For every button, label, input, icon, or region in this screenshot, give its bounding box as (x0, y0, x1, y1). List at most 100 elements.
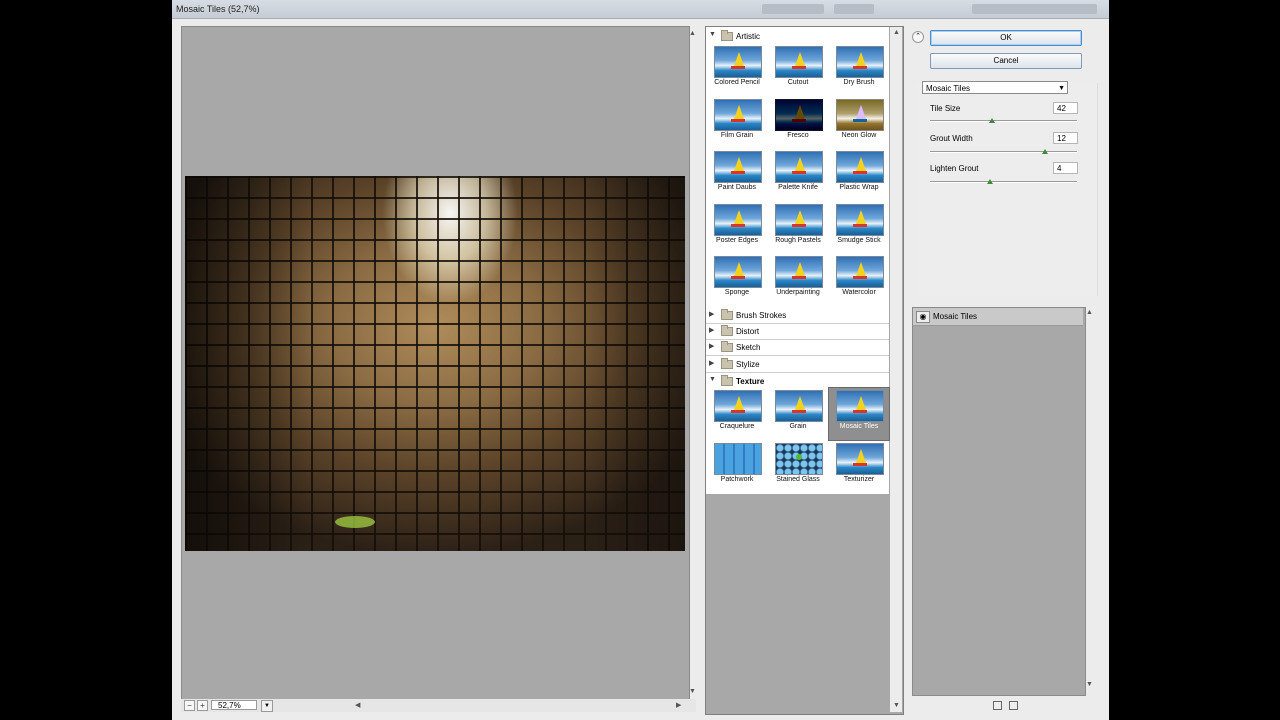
filter-preview-image (714, 256, 762, 288)
scroll-up-icon[interactable]: ▲ (689, 30, 696, 37)
expanded-triangle-icon[interactable]: ▼ (709, 31, 716, 38)
zoom-out-button[interactable]: − (184, 700, 195, 711)
tile-size-slider-thumb[interactable] (988, 118, 995, 123)
folder-icon (721, 30, 733, 41)
filter-thumb-smudge-stick[interactable]: Smudge Stick (829, 202, 889, 254)
filter-thumb-neon-glow[interactable]: Neon Glow (829, 97, 889, 149)
filter-select[interactable]: Mosaic Tiles ▼ (922, 81, 1068, 94)
cancel-button[interactable]: Cancel (930, 53, 1082, 69)
scroll-up-icon[interactable]: ▲ (893, 29, 900, 36)
folder-icon (721, 309, 733, 320)
filter-thumb-label: Underpainting (776, 289, 820, 296)
filter-preview-image (775, 390, 823, 422)
grout-width-field[interactable]: 12 (1053, 132, 1078, 144)
category-label: Stylize (736, 360, 760, 369)
filter-preview-image (836, 98, 884, 131)
scroll-down-icon[interactable]: ▼ (893, 702, 900, 709)
category-label: Distort (736, 327, 760, 336)
trash-icon[interactable] (1009, 701, 1018, 710)
filter-thumb-label: Mosaic Tiles (839, 423, 879, 430)
lighten-grout-label: Lighten Grout (930, 164, 979, 173)
effect-layer-label: Mosaic Tiles (933, 312, 978, 321)
filter-thumb-film-grain[interactable]: Film Grain (707, 97, 767, 149)
scroll-up-icon[interactable]: ▲ (1086, 309, 1093, 316)
filter-thumb-label: Plastic Wrap (839, 184, 879, 191)
category-texture[interactable]: ▼ Texture (706, 374, 889, 389)
filter-preview-image (836, 46, 884, 78)
filter-thumb-colored-pencil[interactable]: Colored Pencil (707, 44, 767, 96)
layers-scrollbar[interactable]: ▲ ▼ (1085, 307, 1095, 692)
category-sketch[interactable]: ▶ Sketch (706, 340, 889, 356)
filter-thumb-patchwork[interactable]: Patchwork (707, 441, 767, 493)
filter-preview-image (836, 151, 884, 183)
zoom-dropdown-icon[interactable]: ▼ (261, 700, 273, 712)
filter-thumb-palette-knife[interactable]: Palette Knife (768, 149, 828, 201)
filter-thumb-texturizer[interactable]: Texturizer (829, 441, 889, 493)
collapsed-triangle-icon[interactable]: ▶ (709, 326, 714, 334)
collapse-gallery-icon[interactable]: ⌃ (912, 31, 924, 43)
filter-preview-image (714, 390, 762, 422)
filter-thumb-craquelure[interactable]: Craquelure (707, 388, 767, 440)
filter-thumb-paint-daubs[interactable]: Paint Daubs (707, 149, 767, 201)
scroll-right-icon[interactable]: ▶ (676, 701, 681, 709)
filter-thumb-plastic-wrap[interactable]: Plastic Wrap (829, 149, 889, 201)
category-artistic[interactable]: ▼ Artistic (706, 29, 889, 44)
filter-thumb-rough-pastels[interactable]: Rough Pastels (768, 202, 828, 254)
zoom-in-button[interactable]: + (197, 700, 208, 711)
title-bar: Mosaic Tiles (52,7%) (172, 0, 1109, 19)
category-brush-strokes[interactable]: ▶ Brush Strokes (706, 308, 889, 324)
filter-gallery: ▼ Artistic Colored Pencil Cutout Dry Brush… (705, 26, 904, 715)
grout-width-slider-thumb[interactable] (1041, 149, 1048, 154)
preview-image[interactable] (185, 176, 685, 551)
lighten-grout-slider[interactable] (930, 181, 1077, 183)
filter-thumb-cutout[interactable]: Cutout (768, 44, 828, 96)
grout-width-label: Grout Width (930, 134, 973, 143)
filter-thumb-fresco[interactable]: Fresco (768, 97, 828, 149)
gallery-scrollbar[interactable]: ▲ ▼ (890, 27, 902, 712)
tile-size-label: Tile Size (930, 104, 961, 113)
filter-thumb-mosaic-tiles[interactable]: Mosaic Tiles (828, 387, 890, 441)
chevron-down-icon[interactable]: ▼ (1058, 82, 1065, 95)
filter-thumb-dry-brush[interactable]: Dry Brush (829, 44, 889, 96)
filter-thumb-underpainting[interactable]: Underpainting (768, 254, 828, 306)
filter-thumb-watercolor[interactable]: Watercolor (829, 254, 889, 306)
preview-scrollbar[interactable]: ▲ ▼ (688, 30, 696, 698)
filter-thumb-stained-glass[interactable]: Stained Glass (768, 441, 828, 493)
filter-thumb-sponge[interactable]: Sponge (707, 254, 767, 306)
grout-width-slider[interactable] (930, 151, 1077, 153)
filter-preview-image (775, 46, 823, 78)
lighten-grout-slider-thumb[interactable] (987, 179, 994, 184)
filter-settings-panel (917, 83, 1098, 296)
expanded-triangle-icon[interactable]: ▼ (709, 376, 716, 383)
ok-button[interactable]: OK (930, 30, 1082, 46)
effect-layer-row[interactable]: ◉ Mosaic Tiles (913, 308, 1083, 326)
category-stylize[interactable]: ▶ Stylize (706, 357, 889, 373)
filter-preview-image (836, 203, 884, 236)
zoom-field[interactable]: 52,7% (211, 700, 257, 710)
lighten-grout-field[interactable]: 4 (1053, 162, 1078, 174)
effect-layers-panel: ◉ Mosaic Tiles (912, 307, 1086, 696)
filter-thumb-poster-edges[interactable]: Poster Edges (707, 202, 767, 254)
eye-icon[interactable]: ◉ (916, 311, 930, 323)
scroll-down-icon[interactable]: ▼ (689, 688, 696, 695)
collapsed-triangle-icon[interactable]: ▶ (709, 359, 714, 367)
filter-thumb-label: Cutout (787, 79, 809, 86)
titlebar-blurred-region (762, 4, 824, 14)
tile-size-slider[interactable] (930, 120, 1077, 122)
collapsed-triangle-icon[interactable]: ▶ (709, 342, 714, 350)
category-label: Texture (736, 377, 765, 386)
preview-area[interactable] (181, 26, 690, 700)
collapsed-triangle-icon[interactable]: ▶ (709, 310, 714, 318)
filter-thumb-label: Craquelure (719, 423, 755, 430)
scroll-left-icon[interactable]: ◀ (355, 701, 360, 709)
tile-size-field[interactable]: 42 (1053, 102, 1078, 114)
scroll-down-icon[interactable]: ▼ (1086, 681, 1093, 688)
folder-icon (721, 375, 733, 386)
filter-preview-image (714, 98, 762, 131)
category-distort[interactable]: ▶ Distort (706, 324, 889, 340)
filter-preview-image (836, 256, 884, 288)
filter-preview-image (775, 203, 823, 236)
filter-thumb-label: Patchwork (720, 476, 754, 483)
new-effect-layer-icon[interactable] (993, 701, 1002, 710)
filter-thumb-grain[interactable]: Grain (768, 388, 828, 440)
